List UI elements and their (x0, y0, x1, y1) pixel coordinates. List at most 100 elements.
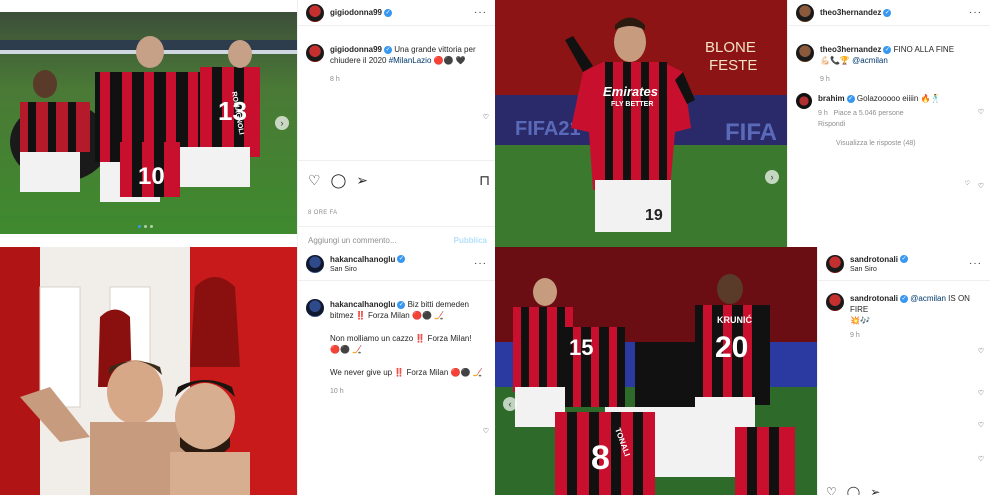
hashtag-link[interactable]: #MilanLazio (389, 56, 432, 65)
jersey-number-8: 8 (591, 439, 610, 477)
like-icon[interactable]: ♡ (308, 172, 321, 189)
post-sidebar: hakancalhanoglu ✓ San Siro ··· hakancalha… (297, 247, 495, 495)
avatar[interactable] (826, 254, 844, 273)
avatar[interactable] (826, 293, 844, 311)
reply-button[interactable]: Rispondi (818, 121, 845, 128)
jersey-number-10: 10 (138, 163, 165, 190)
caption-emoji: 🔴⚫ 🖤 (433, 56, 466, 65)
caption: theo3hernandez ✓ FINO ALLA FINE 💪🏻📞🏆 @acm… (788, 26, 990, 85)
post-header: theo3hernandez ✓ ··· (788, 0, 990, 26)
jersey-number-19: 19 (645, 207, 663, 224)
next-photo-button[interactable]: › (765, 170, 779, 184)
caption-username[interactable]: hakancalhanoglu (330, 300, 395, 309)
caption: gigiodonna99 ✓ Una grande vittoria per ch… (298, 26, 495, 85)
like-comment-icon[interactable]: ♡ (483, 113, 489, 121)
previous-photo-button[interactable]: ‹ (503, 397, 517, 411)
post-photo[interactable]: A2 15 KRUNIĆ 20 (495, 247, 817, 495)
mention-link[interactable]: @acmilan (852, 56, 888, 65)
more-options-icon[interactable]: ··· (969, 7, 982, 18)
like-comment-icon[interactable]: ♡ (483, 427, 489, 435)
caption-username[interactable]: gigiodonna99 (330, 45, 382, 54)
verified-icon: ✓ (846, 94, 855, 103)
avatar[interactable] (796, 93, 812, 109)
caption-line-3: We never give up ‼️ Forza Milan 🔴⚫ 🏒 (330, 368, 483, 377)
like-comment-icon[interactable]: ♡ (978, 108, 984, 116)
location-link[interactable]: San Siro (850, 266, 877, 273)
post-hakancalhanoglu: hakancalhanoglu ✓ San Siro ··· hakancalha… (0, 247, 495, 495)
username[interactable]: theo3hernandez (820, 8, 881, 17)
username[interactable]: gigiodonna99 (330, 8, 382, 17)
verified-icon: ✓ (384, 45, 392, 54)
more-options-icon[interactable]: ··· (969, 258, 982, 269)
like-comment-icon[interactable]: ♡ (965, 180, 970, 187)
location-link[interactable]: San Siro (330, 266, 357, 273)
post-age: 8 ORE FA (308, 210, 338, 216)
caption-emoji: 💥🎶 (850, 316, 870, 325)
avatar[interactable] (306, 299, 324, 317)
next-photo-button[interactable]: › (275, 116, 289, 130)
verified-icon: ✓ (900, 294, 909, 303)
comment-icon[interactable]: ◯ (331, 172, 347, 189)
post-sidebar: sandrotonali ✓ San Siro ··· sandrotonali ✓… (817, 247, 990, 495)
like-comment-icon[interactable]: ♡ (978, 347, 984, 355)
post-sidebar: theo3hernandez ✓ ··· theo3hernandez ✓ FIN… (787, 0, 990, 247)
caption-text: FINO ALLA FINE (893, 45, 955, 54)
mention-link[interactable]: @acmilan (910, 294, 946, 303)
caption-username[interactable]: sandrotonali (850, 294, 898, 303)
view-replies-link[interactable]: Visualizza le risposte (48) (836, 138, 940, 149)
post-photo[interactable]: 13 10 ROMAGNOLI › (0, 12, 297, 234)
reply-time: 9 h (818, 110, 828, 117)
post-time: 9 h (820, 76, 830, 83)
more-options-icon[interactable]: ··· (474, 7, 487, 18)
reply-text: Golazooooo eiiiin 🔥🕺 (856, 94, 941, 103)
like-comment-icon[interactable]: ♡ (978, 182, 984, 190)
verified-icon: ✓ (397, 300, 406, 309)
add-comment-field[interactable]: Aggiungi un commento... (308, 236, 397, 245)
caption: sandrotonali ✓ @acmilan IS ON FIRE 💥🎶 9 h (818, 281, 990, 341)
verified-icon: ✓ (397, 255, 406, 264)
username[interactable]: sandrotonali (850, 255, 898, 264)
jersey-number-15: 15 (569, 335, 593, 360)
player-photo: BLONE FESTE FIFA21 FIFA Emirates FLY BET… (495, 0, 787, 247)
share-icon[interactable]: ➢ (870, 485, 880, 495)
carousel-dots (138, 225, 153, 228)
verified-icon: ✓ (900, 255, 909, 264)
avatar[interactable] (306, 254, 324, 273)
more-options-icon[interactable]: ··· (474, 258, 487, 269)
post-gigiodonna99: 13 10 ROMAGNOLI › gigiodonna99 ✓ ··· gig… (0, 0, 495, 247)
post-sandrotonali: A2 15 KRUNIĆ 20 (495, 247, 990, 495)
svg-text:FLY BETTER: FLY BETTER (611, 101, 653, 108)
sponsor-text: Emirates (603, 84, 658, 99)
like-comment-icon[interactable]: ♡ (978, 421, 984, 429)
publish-button[interactable]: Pubblica (454, 236, 487, 245)
post-time: 9 h (850, 332, 860, 339)
post-header: gigiodonna99 ✓ ··· (298, 0, 495, 26)
like-comment-icon[interactable]: ♡ (978, 389, 984, 397)
post-header: sandrotonali ✓ San Siro ··· (818, 247, 990, 281)
post-theo3hernandez: BLONE FESTE FIFA21 FIFA Emirates FLY BET… (495, 0, 990, 247)
caption: hakancalhanoglu ✓ Biz bitti demeden bitme… (298, 281, 495, 397)
username[interactable]: hakancalhanoglu (330, 255, 395, 264)
avatar[interactable] (306, 44, 324, 62)
like-comment-icon[interactable]: ♡ (978, 455, 984, 463)
board-text: BLONE (705, 39, 756, 56)
caption-line-2: Non molliamo un cazzo ‼️ Forza Milan! 🔴⚫… (330, 334, 472, 354)
avatar[interactable] (796, 3, 814, 22)
post-photo[interactable] (0, 247, 297, 495)
jersey-number-20: 20 (715, 331, 748, 364)
avatar[interactable] (306, 3, 324, 22)
comment-icon[interactable]: ◯ (847, 485, 860, 495)
verified-icon: ✓ (384, 8, 392, 17)
reply-username[interactable]: brahim (818, 94, 845, 103)
post-time: 10 h (330, 388, 344, 395)
action-bar: ♡ ◯ ➢ ⊓ (308, 172, 490, 189)
post-header: hakancalhanoglu ✓ San Siro ··· (298, 247, 495, 281)
reply-likes[interactable]: Piace a 5.046 persone (834, 110, 904, 117)
like-icon[interactable]: ♡ (826, 485, 837, 495)
avatar[interactable] (796, 44, 814, 62)
save-icon[interactable]: ⊓ (479, 172, 490, 189)
share-icon[interactable]: ➢ (356, 172, 368, 189)
post-photo[interactable]: BLONE FESTE FIFA21 FIFA Emirates FLY BET… (495, 0, 787, 247)
caption-username[interactable]: theo3hernandez (820, 45, 881, 54)
celebration-photo: A2 15 KRUNIĆ 20 (495, 247, 817, 495)
